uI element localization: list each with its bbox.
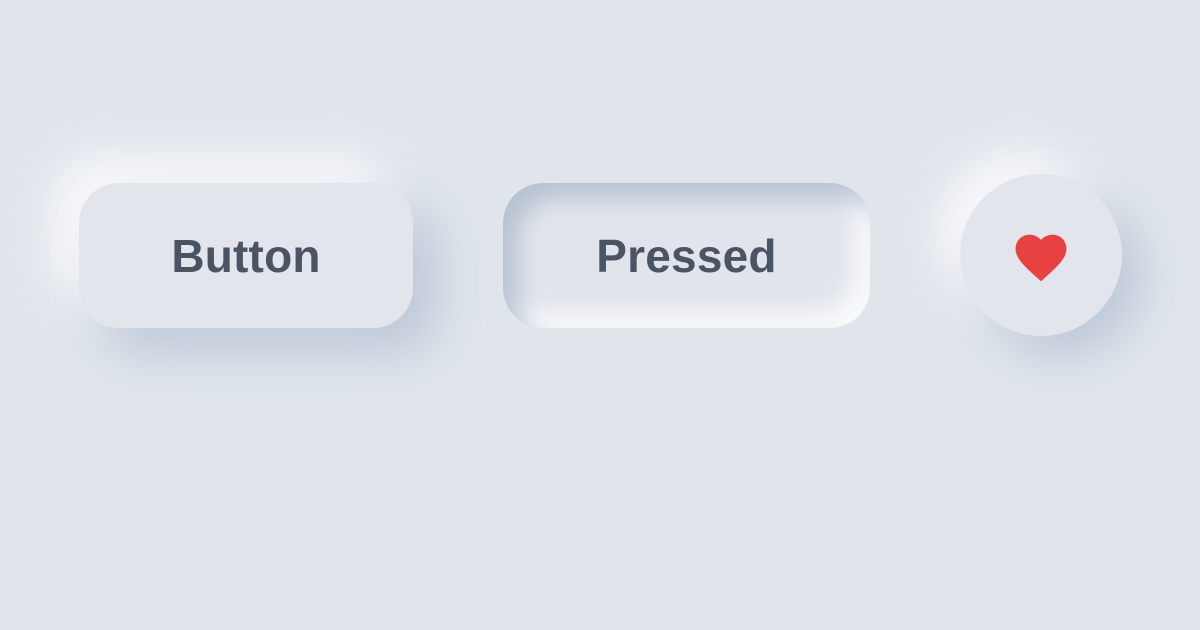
heart-button[interactable] xyxy=(960,174,1122,336)
pressed-button[interactable]: Pressed xyxy=(503,183,870,328)
heart-icon xyxy=(1015,234,1067,282)
raised-button[interactable]: Button xyxy=(79,183,413,328)
pressed-button-label: Pressed xyxy=(596,229,777,282)
neumorphic-button-showcase: Button Pressed xyxy=(0,0,1200,630)
raised-button-label: Button xyxy=(171,229,321,282)
